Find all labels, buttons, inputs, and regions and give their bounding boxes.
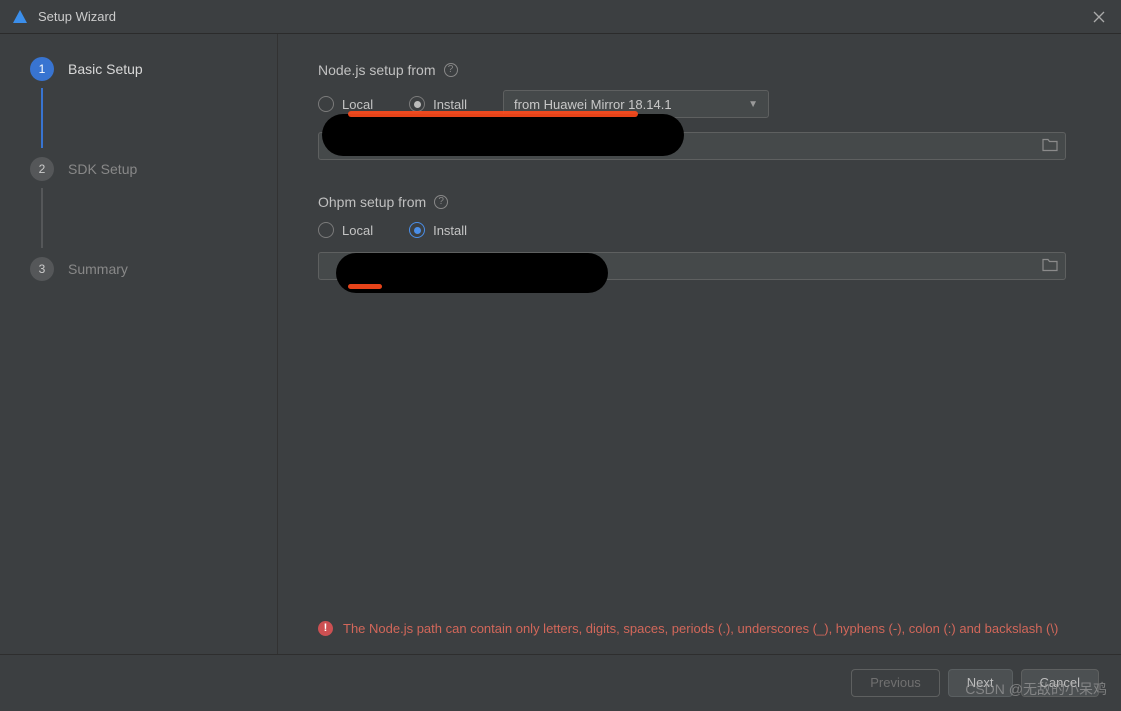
- step-label: Summary: [68, 261, 128, 277]
- nodejs-section-label: Node.js setup from ?: [318, 62, 1085, 78]
- ohpm-radio-row: Local Install: [318, 222, 1085, 238]
- footer: Previous Next Cancel: [0, 654, 1121, 710]
- sidebar-step-sdk-setup[interactable]: 2 SDK Setup: [30, 154, 277, 184]
- redaction-mark: [336, 253, 608, 293]
- previous-button: Previous: [851, 669, 940, 697]
- radio-label: Local: [342, 97, 373, 112]
- window-title: Setup Wizard: [38, 9, 116, 24]
- step-number: 3: [30, 257, 54, 281]
- radio-dot-icon: [409, 222, 425, 238]
- step-connector: [41, 88, 43, 148]
- radio-dot-icon: [409, 96, 425, 112]
- step-number: 2: [30, 157, 54, 181]
- radio-label: Install: [433, 223, 467, 238]
- chevron-down-icon: ▼: [748, 99, 758, 110]
- next-button[interactable]: Next: [948, 669, 1013, 697]
- cancel-button[interactable]: Cancel: [1021, 669, 1099, 697]
- nodejs-radio-install[interactable]: Install: [409, 96, 467, 112]
- ohpm-section-label: Ohpm setup from ?: [318, 194, 1085, 210]
- sidebar-step-basic-setup[interactable]: 1 Basic Setup: [30, 54, 277, 84]
- app-logo-icon: [12, 9, 28, 25]
- error-message: ! The Node.js path can contain only lett…: [318, 619, 1085, 639]
- radio-dot-icon: [318, 222, 334, 238]
- sidebar-step-summary[interactable]: 3 Summary: [30, 254, 277, 284]
- help-icon[interactable]: ?: [444, 63, 458, 77]
- dropdown-value: from Huawei Mirror 18.14.1: [514, 97, 672, 112]
- error-icon: !: [318, 621, 333, 636]
- radio-dot-icon: [318, 96, 334, 112]
- folder-icon[interactable]: [1042, 258, 1058, 275]
- sidebar: 1 Basic Setup 2 SDK Setup 3 Summary: [0, 34, 278, 654]
- radio-label: Local: [342, 223, 373, 238]
- titlebar: Setup Wizard: [0, 0, 1121, 34]
- nodejs-radio-local[interactable]: Local: [318, 96, 373, 112]
- ohpm-label-text: Ohpm setup from: [318, 194, 426, 210]
- redaction-mark: [322, 114, 684, 156]
- ohpm-radio-install[interactable]: Install: [409, 222, 467, 238]
- ohpm-radio-local[interactable]: Local: [318, 222, 373, 238]
- error-text: The Node.js path can contain only letter…: [343, 619, 1058, 639]
- step-number: 1: [30, 57, 54, 81]
- step-connector: [41, 188, 43, 248]
- help-icon[interactable]: ?: [434, 195, 448, 209]
- radio-label: Install: [433, 97, 467, 112]
- step-label: SDK Setup: [68, 161, 137, 177]
- nodejs-label-text: Node.js setup from: [318, 62, 436, 78]
- close-icon[interactable]: [1089, 7, 1109, 27]
- step-label: Basic Setup: [68, 61, 143, 77]
- folder-icon[interactable]: [1042, 138, 1058, 155]
